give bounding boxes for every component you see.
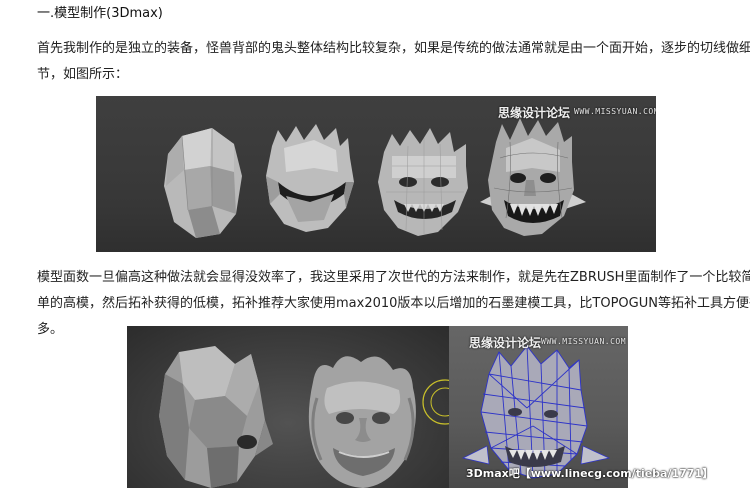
high-poly-head	[308, 356, 416, 488]
modeling-stages-illustration	[164, 118, 586, 238]
wireframe-head	[461, 345, 611, 479]
low-high-poly-illustration	[159, 346, 449, 488]
head-stage-2	[266, 124, 354, 232]
gizmo-ring-inner	[430, 387, 449, 417]
watermark-en: WWW.MISSYUAN.COM	[541, 337, 627, 346]
forum-footer-watermark: 3Dmax吧【www.linecg.com/tieba/1771】	[466, 467, 714, 480]
article-page: 一.模型制作(3Dmax) 首先我制作的是独立的装备，怪兽背部的鬼头整体结构比较…	[0, 0, 750, 488]
watermark-en: WWW.MISSYUAN.COM	[574, 107, 656, 116]
head-stage-4	[480, 118, 586, 236]
watermark-cn: 思缘设计论坛	[498, 106, 571, 120]
gizmo-ring-outer	[422, 379, 449, 425]
section-heading: 一.模型制作(3Dmax)	[37, 6, 163, 21]
head-stage-3	[378, 128, 468, 236]
figure-topology-wireframe: 思缘设计论坛 WWW.MISSYUAN.COM	[449, 326, 628, 488]
figure-modeling-stages: 思缘设计论坛 WWW.MISSYUAN.COM	[96, 96, 656, 252]
figure-low-high-poly	[127, 326, 449, 488]
paragraph-intro: 首先我制作的是独立的装备，怪兽背部的鬼头整体结构比较复杂，如果是传统的做法通常就…	[37, 41, 750, 82]
head-stage-1	[164, 128, 242, 238]
low-poly-head	[159, 346, 273, 488]
watermark-cn: 思缘设计论坛	[469, 336, 542, 350]
